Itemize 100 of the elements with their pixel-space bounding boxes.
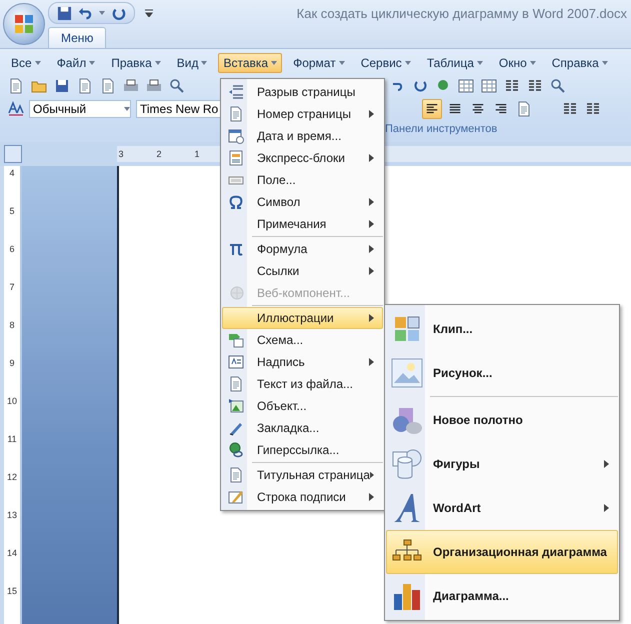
picture-icon — [391, 357, 423, 389]
alignment-icon — [494, 102, 508, 116]
menu-label: Справка — [552, 56, 599, 70]
ruler-number: 8 — [9, 319, 14, 331]
office-logo-icon — [14, 14, 34, 34]
menu-item[interactable]: Строка подписи — [222, 486, 383, 508]
list-icon — [527, 78, 543, 94]
submenu-arrow-icon — [369, 493, 374, 501]
document-icon — [228, 376, 244, 392]
menu-label: Окно — [498, 56, 527, 70]
caret-icon — [602, 61, 608, 65]
submenu-arrow-icon — [369, 245, 374, 253]
submenu-arrow-icon — [369, 198, 374, 206]
ruler-number: 6 — [9, 243, 14, 255]
menu-item[interactable]: Экспресс-блоки — [222, 147, 383, 169]
ruler-number: 10 — [6, 395, 17, 407]
menu-button[interactable]: Сервис — [356, 53, 416, 73]
menu-item[interactable]: Формула — [222, 238, 383, 260]
submenu-arrow-icon — [369, 110, 374, 118]
caret-icon — [476, 61, 483, 65]
caret-icon — [201, 61, 208, 65]
submenu-arrow-icon — [604, 504, 609, 512]
menu-button[interactable]: Все — [6, 53, 46, 73]
ruler-number: 13 — [6, 509, 17, 521]
menu-label: Формат — [293, 56, 336, 70]
menu-item[interactable]: Диаграмма... — [386, 574, 618, 618]
omega-icon — [228, 194, 244, 210]
document-icon — [228, 106, 244, 122]
ruler-number: 2 — [155, 149, 162, 159]
menu-item[interactable]: Ссылки — [222, 260, 383, 282]
caret-icon — [530, 61, 536, 65]
menu-button[interactable]: Файл — [52, 53, 100, 73]
submenu-arrow-icon — [369, 267, 374, 275]
menu-item[interactable]: Закладка... — [222, 417, 383, 439]
text-box-icon — [228, 354, 244, 370]
calendar-icon — [228, 128, 244, 144]
group-label: Панели инструментов — [385, 123, 498, 135]
save-icon — [54, 78, 70, 94]
alignment-icon — [471, 102, 485, 116]
caret-icon — [154, 61, 161, 65]
submenu-arrow-icon — [370, 471, 374, 479]
document-icon — [228, 150, 244, 166]
menu-item[interactable]: Иллюстрации — [222, 307, 383, 329]
menu-button[interactable]: Правка — [106, 53, 166, 73]
menu-item[interactable]: Рисунок... — [386, 351, 618, 395]
submenu-arrow-icon — [369, 358, 374, 366]
menu-item[interactable]: Дата и время... — [222, 125, 383, 147]
alignment-icon — [448, 102, 462, 116]
ruler-number: 9 — [9, 357, 14, 369]
menu-item[interactable]: Объект... — [222, 395, 383, 417]
align-left-button[interactable] — [422, 98, 442, 118]
menu-item[interactable]: Схема... — [222, 329, 383, 351]
ruler-number: 12 — [6, 471, 17, 483]
submenu-arrow-icon — [604, 460, 609, 468]
undo-icon[interactable] — [78, 6, 93, 20]
menu-label: Сервис — [360, 56, 402, 70]
menu-button[interactable]: Окно — [494, 53, 541, 73]
menu-item[interactable]: Поле... — [222, 169, 383, 191]
menu-item[interactable]: Титульная страница — [222, 464, 383, 486]
menu-item[interactable]: Гиперссылка... — [222, 439, 383, 461]
styles-button[interactable] — [6, 98, 26, 118]
style-field[interactable]: Обычный — [29, 100, 131, 118]
caret-icon — [338, 61, 345, 65]
window-title: Как создать циклическую диаграмму в Word 2007.docx — [296, 6, 628, 20]
pen-icon — [228, 489, 244, 505]
pen-icon — [228, 420, 244, 436]
customize-caret-icon[interactable] — [145, 9, 153, 17]
menu-button[interactable]: Таблица — [422, 53, 488, 73]
caret-icon — [99, 11, 105, 15]
menu-item[interactable]: Фигуры — [386, 442, 618, 486]
menu-item[interactable]: Новое полотно — [386, 398, 618, 442]
ruler-number: 14 — [6, 547, 17, 559]
caret-icon — [34, 61, 41, 65]
menu-item[interactable]: Символ — [222, 191, 383, 213]
columns-icon — [504, 78, 520, 94]
document-icon — [77, 78, 93, 94]
menu-button[interactable]: Вид — [172, 53, 212, 73]
menu-item[interactable]: Примечания — [222, 213, 383, 235]
tab-selector-button[interactable] — [4, 145, 22, 163]
menu-button[interactable]: Формат — [288, 53, 350, 73]
save-icon[interactable] — [57, 6, 72, 20]
menu-item[interactable]: Надпись — [222, 351, 383, 373]
caret-icon — [404, 61, 411, 65]
menu-button[interactable]: Вставка — [218, 53, 282, 73]
printer-icon — [146, 78, 162, 94]
styles-icon — [8, 100, 24, 116]
caret-icon — [89, 61, 96, 65]
menu-item[interactable]: Организационная диаграмма — [386, 530, 618, 574]
ruler-number: 15 — [6, 585, 17, 597]
menu-item[interactable]: Текст из файла... — [222, 373, 383, 395]
ribbon-tab[interactable]: Меню — [48, 27, 106, 48]
menu-item[interactable]: Клип... — [386, 307, 618, 351]
menu-button[interactable]: Справка — [546, 53, 613, 73]
menu-item[interactable]: WordArt — [386, 486, 618, 530]
list-icon — [562, 100, 578, 116]
ruler-number: 5 — [9, 205, 14, 217]
office-button[interactable] — [3, 3, 45, 45]
new-document-icon — [8, 78, 24, 94]
lines-icon — [228, 84, 244, 100]
pi-icon — [228, 241, 244, 257]
